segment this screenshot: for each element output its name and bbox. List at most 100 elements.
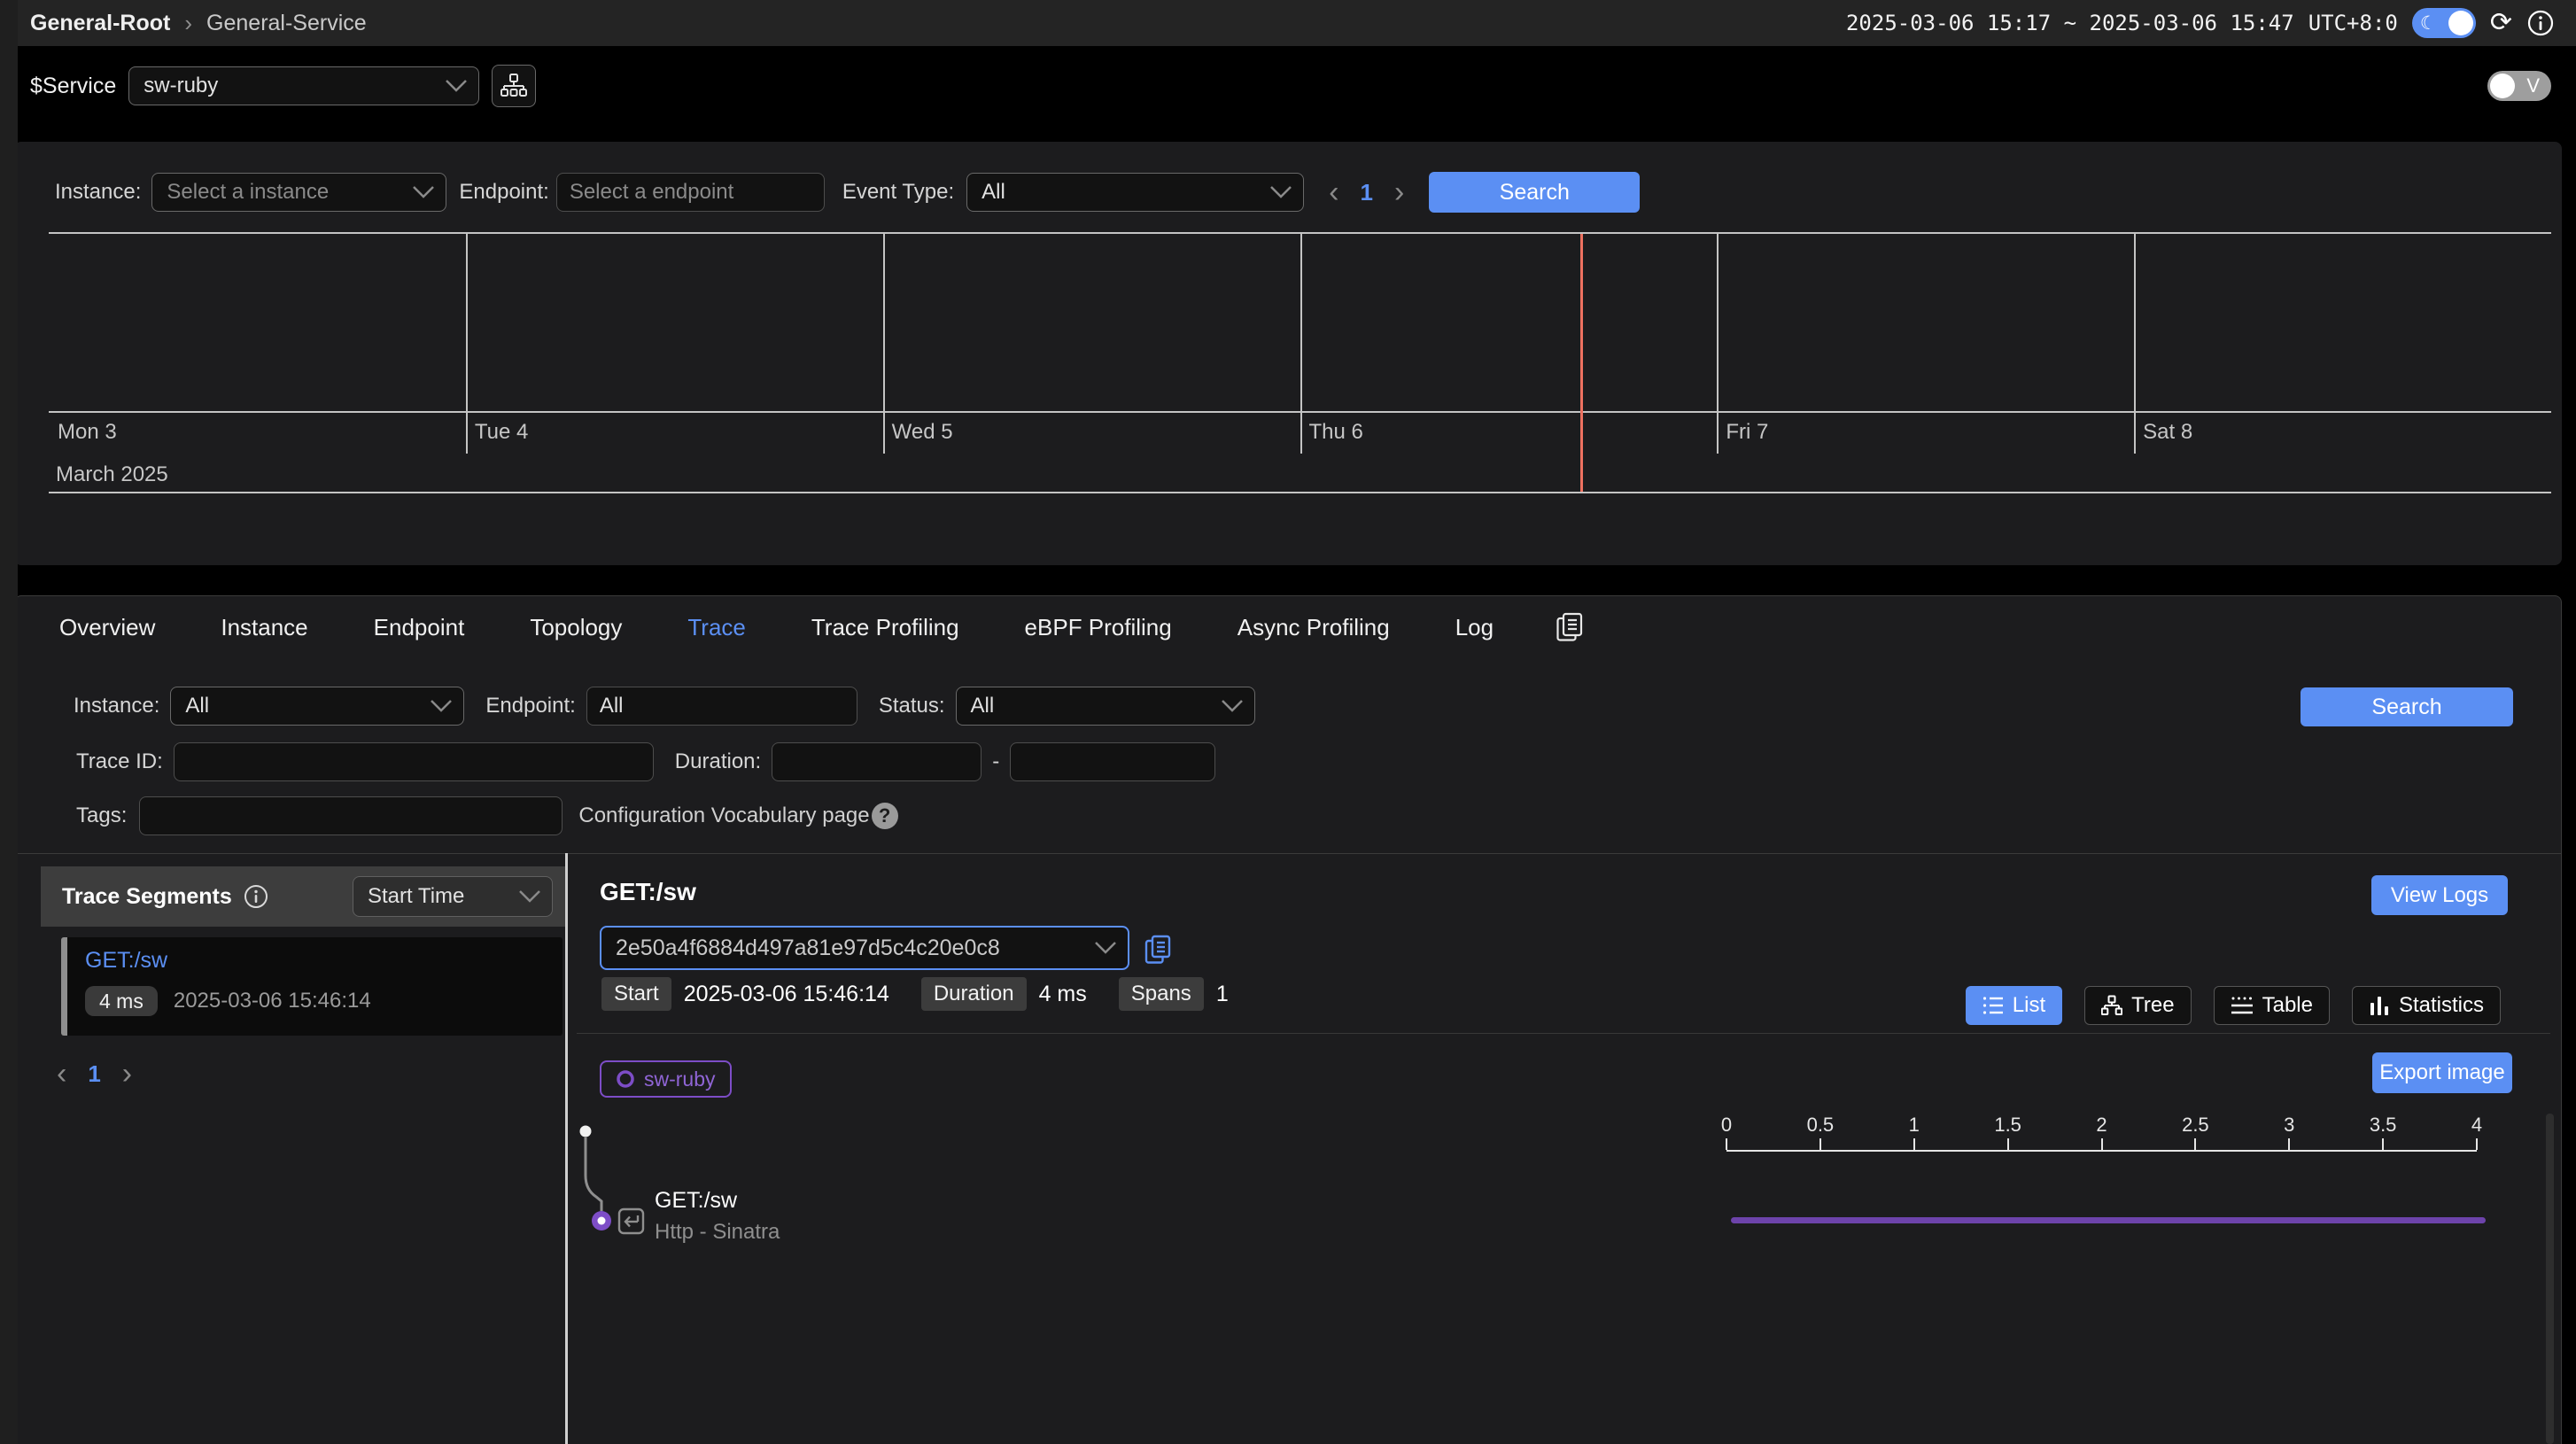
axis-tick-label: 2 [2096, 1114, 2107, 1137]
duration-max-input[interactable] [1010, 742, 1215, 781]
dark-mode-toggle[interactable]: ☾ [2412, 8, 2476, 38]
breadcrumb-separator-icon: › [184, 10, 192, 37]
calendar-day-label: Sat 8 [2143, 420, 2192, 445]
dashboard-tabs: Overview Instance Endpoint Topology Trac… [59, 612, 1584, 642]
vertical-scrollbar[interactable] [2546, 1114, 2554, 1444]
service-select-value: sw-ruby [144, 74, 218, 98]
page-number[interactable]: 1 [88, 1060, 100, 1088]
chevron-down-icon [1221, 699, 1244, 713]
service-hierarchy-button[interactable] [492, 65, 536, 107]
breadcrumb-current[interactable]: General-Service [206, 11, 367, 36]
tab-trace-profiling[interactable]: Trace Profiling [811, 614, 959, 641]
trace-instance-select[interactable]: All [170, 687, 464, 726]
segment-item-meta: 4 ms 2025-03-06 15:46:14 [85, 986, 563, 1016]
breadcrumb-root[interactable]: General-Root [30, 11, 170, 36]
trace-id-label: Trace ID: [76, 749, 163, 774]
page-prev-icon[interactable]: ‹ [57, 1059, 66, 1089]
page-prev-icon[interactable]: ‹ [1329, 177, 1338, 207]
axis-tick-label: 0 [1721, 1114, 1732, 1137]
calendar-month-label: March 2025 [56, 462, 168, 487]
axis-tick-label: 4 [2471, 1114, 2482, 1137]
duration-chip: Duration [921, 977, 1027, 1011]
copy-trace-id-icon[interactable] [1144, 935, 1172, 965]
duration-min-input[interactable] [772, 742, 982, 781]
trace-meta-badges: Start 2025-03-06 15:46:14 Duration 4 ms … [601, 977, 1229, 1011]
trace-filter-row-1: Instance: All Endpoint: Status: All [74, 687, 1255, 726]
view-mode-buttons: List Tree Table [1966, 986, 2501, 1025]
tab-log[interactable]: Log [1455, 614, 1494, 641]
view-mode-tree[interactable]: Tree [2084, 986, 2191, 1025]
export-image-button[interactable]: Export image [2372, 1052, 2512, 1093]
segment-list-item[interactable]: GET:/sw 4 ms 2025-03-06 15:46:14 [61, 937, 563, 1036]
event-type-label: Event Type: [842, 180, 954, 205]
moon-icon: ☾ [2420, 12, 2437, 34]
trace-search-button[interactable]: Search [2301, 687, 2513, 726]
top-header: General-Root › General-Service 2025-03-0… [0, 0, 2576, 46]
axis-tick-label: 1.5 [1994, 1114, 2021, 1137]
event-endpoint-input[interactable] [556, 173, 825, 212]
trace-id-select[interactable]: 2e50a4f6884d497a81e97d5c4c20e0c8 [600, 926, 1129, 970]
page-number[interactable]: 1 [1360, 179, 1372, 206]
help-icon[interactable]: ? [872, 803, 898, 829]
duration-value: 4 ms [1039, 982, 1087, 1007]
calendar-day-label: Tue 4 [475, 420, 528, 445]
service-select[interactable]: sw-ruby [128, 66, 479, 105]
variables-toggle-label: V [2526, 74, 2540, 97]
duration-separator: - [992, 749, 999, 774]
event-type-select[interactable]: All [966, 173, 1304, 212]
segments-title: Trace Segments [62, 884, 232, 910]
view-logs-button[interactable]: View Logs [2371, 875, 2508, 915]
tab-ebpf-profiling[interactable]: eBPF Profiling [1025, 614, 1172, 641]
trace-status-select[interactable]: All [956, 687, 1255, 726]
calendar-day-label: Thu 6 [1309, 420, 1363, 445]
segment-endpoint-link[interactable]: GET:/sw [85, 948, 167, 973]
panel-resize-divider[interactable] [565, 853, 568, 1444]
axis-tick-label: 3 [2284, 1114, 2294, 1137]
refresh-icon[interactable]: ⟳ [2490, 10, 2512, 36]
info-icon[interactable] [2526, 9, 2555, 37]
vocabulary-link[interactable]: Configuration Vocabulary page [578, 804, 869, 828]
status-filter-label: Status: [879, 694, 945, 718]
tab-async-profiling[interactable]: Async Profiling [1238, 614, 1390, 641]
collapse-arrow-icon [619, 1209, 643, 1233]
event-instance-select[interactable]: Select a instance [151, 173, 446, 212]
variables-toggle[interactable]: V [2487, 71, 2551, 101]
tab-overview[interactable]: Overview [59, 614, 155, 641]
view-mode-list[interactable]: List [1966, 986, 2062, 1025]
tags-input[interactable] [139, 796, 563, 835]
info-circle-icon[interactable] [243, 883, 269, 910]
time-range-picker[interactable]: 2025-03-06 15:17 ~ 2025-03-06 15:47 [1846, 11, 2294, 35]
trace-endpoint-input[interactable] [586, 687, 857, 726]
segments-sort-select[interactable]: Start Time [353, 876, 553, 917]
calendar-day-label: Wed 5 [892, 420, 953, 445]
segment-start-time: 2025-03-06 15:46:14 [174, 989, 371, 1013]
instance-filter-label: Instance: [55, 180, 141, 205]
tab-endpoint[interactable]: Endpoint [374, 614, 465, 641]
duration-label: Duration: [675, 749, 761, 774]
page-next-icon[interactable]: › [122, 1059, 132, 1089]
tab-instance[interactable]: Instance [221, 614, 307, 641]
service-tag-pill[interactable]: sw-ruby [600, 1060, 732, 1098]
event-search-button[interactable]: Search [1429, 172, 1640, 213]
event-filters-row: Instance: Select a instance Endpoint: Ev… [55, 172, 2523, 213]
chevron-down-icon [1094, 941, 1117, 955]
view-mode-table[interactable]: Table [2214, 986, 2330, 1025]
event-calendar[interactable]: Mon 3 Tue 4 Wed 5 Thu 6 Fri 7 Sat 8 Marc… [49, 232, 2551, 493]
trace-instance-value: All [185, 694, 209, 718]
instance-filter-label: Instance: [74, 694, 159, 718]
tab-topology[interactable]: Topology [530, 614, 622, 641]
collapsed-sidebar-strip [0, 0, 18, 1444]
endpoint-filter-label: Endpoint: [485, 694, 575, 718]
view-mode-statistics[interactable]: Statistics [2352, 986, 2501, 1025]
statistics-icon [2369, 996, 2390, 1015]
copy-tabs-icon[interactable] [1556, 612, 1584, 642]
span-endpoint-name[interactable]: GET:/sw [655, 1188, 737, 1214]
trace-detail-panel: GET:/sw View Logs 2e50a4f6884d497a81e97d… [577, 853, 2561, 1444]
calendar-gridline [466, 234, 468, 454]
page-next-icon[interactable]: › [1394, 177, 1404, 207]
trace-id-input[interactable] [174, 742, 654, 781]
start-value: 2025-03-06 15:46:14 [684, 982, 889, 1007]
span-duration-bar[interactable] [1731, 1217, 2486, 1223]
timeline-axis: 0 0.5 1 1.5 2 2.5 3 3.5 4 [1726, 1114, 2477, 1153]
tab-trace[interactable]: Trace [687, 614, 746, 641]
